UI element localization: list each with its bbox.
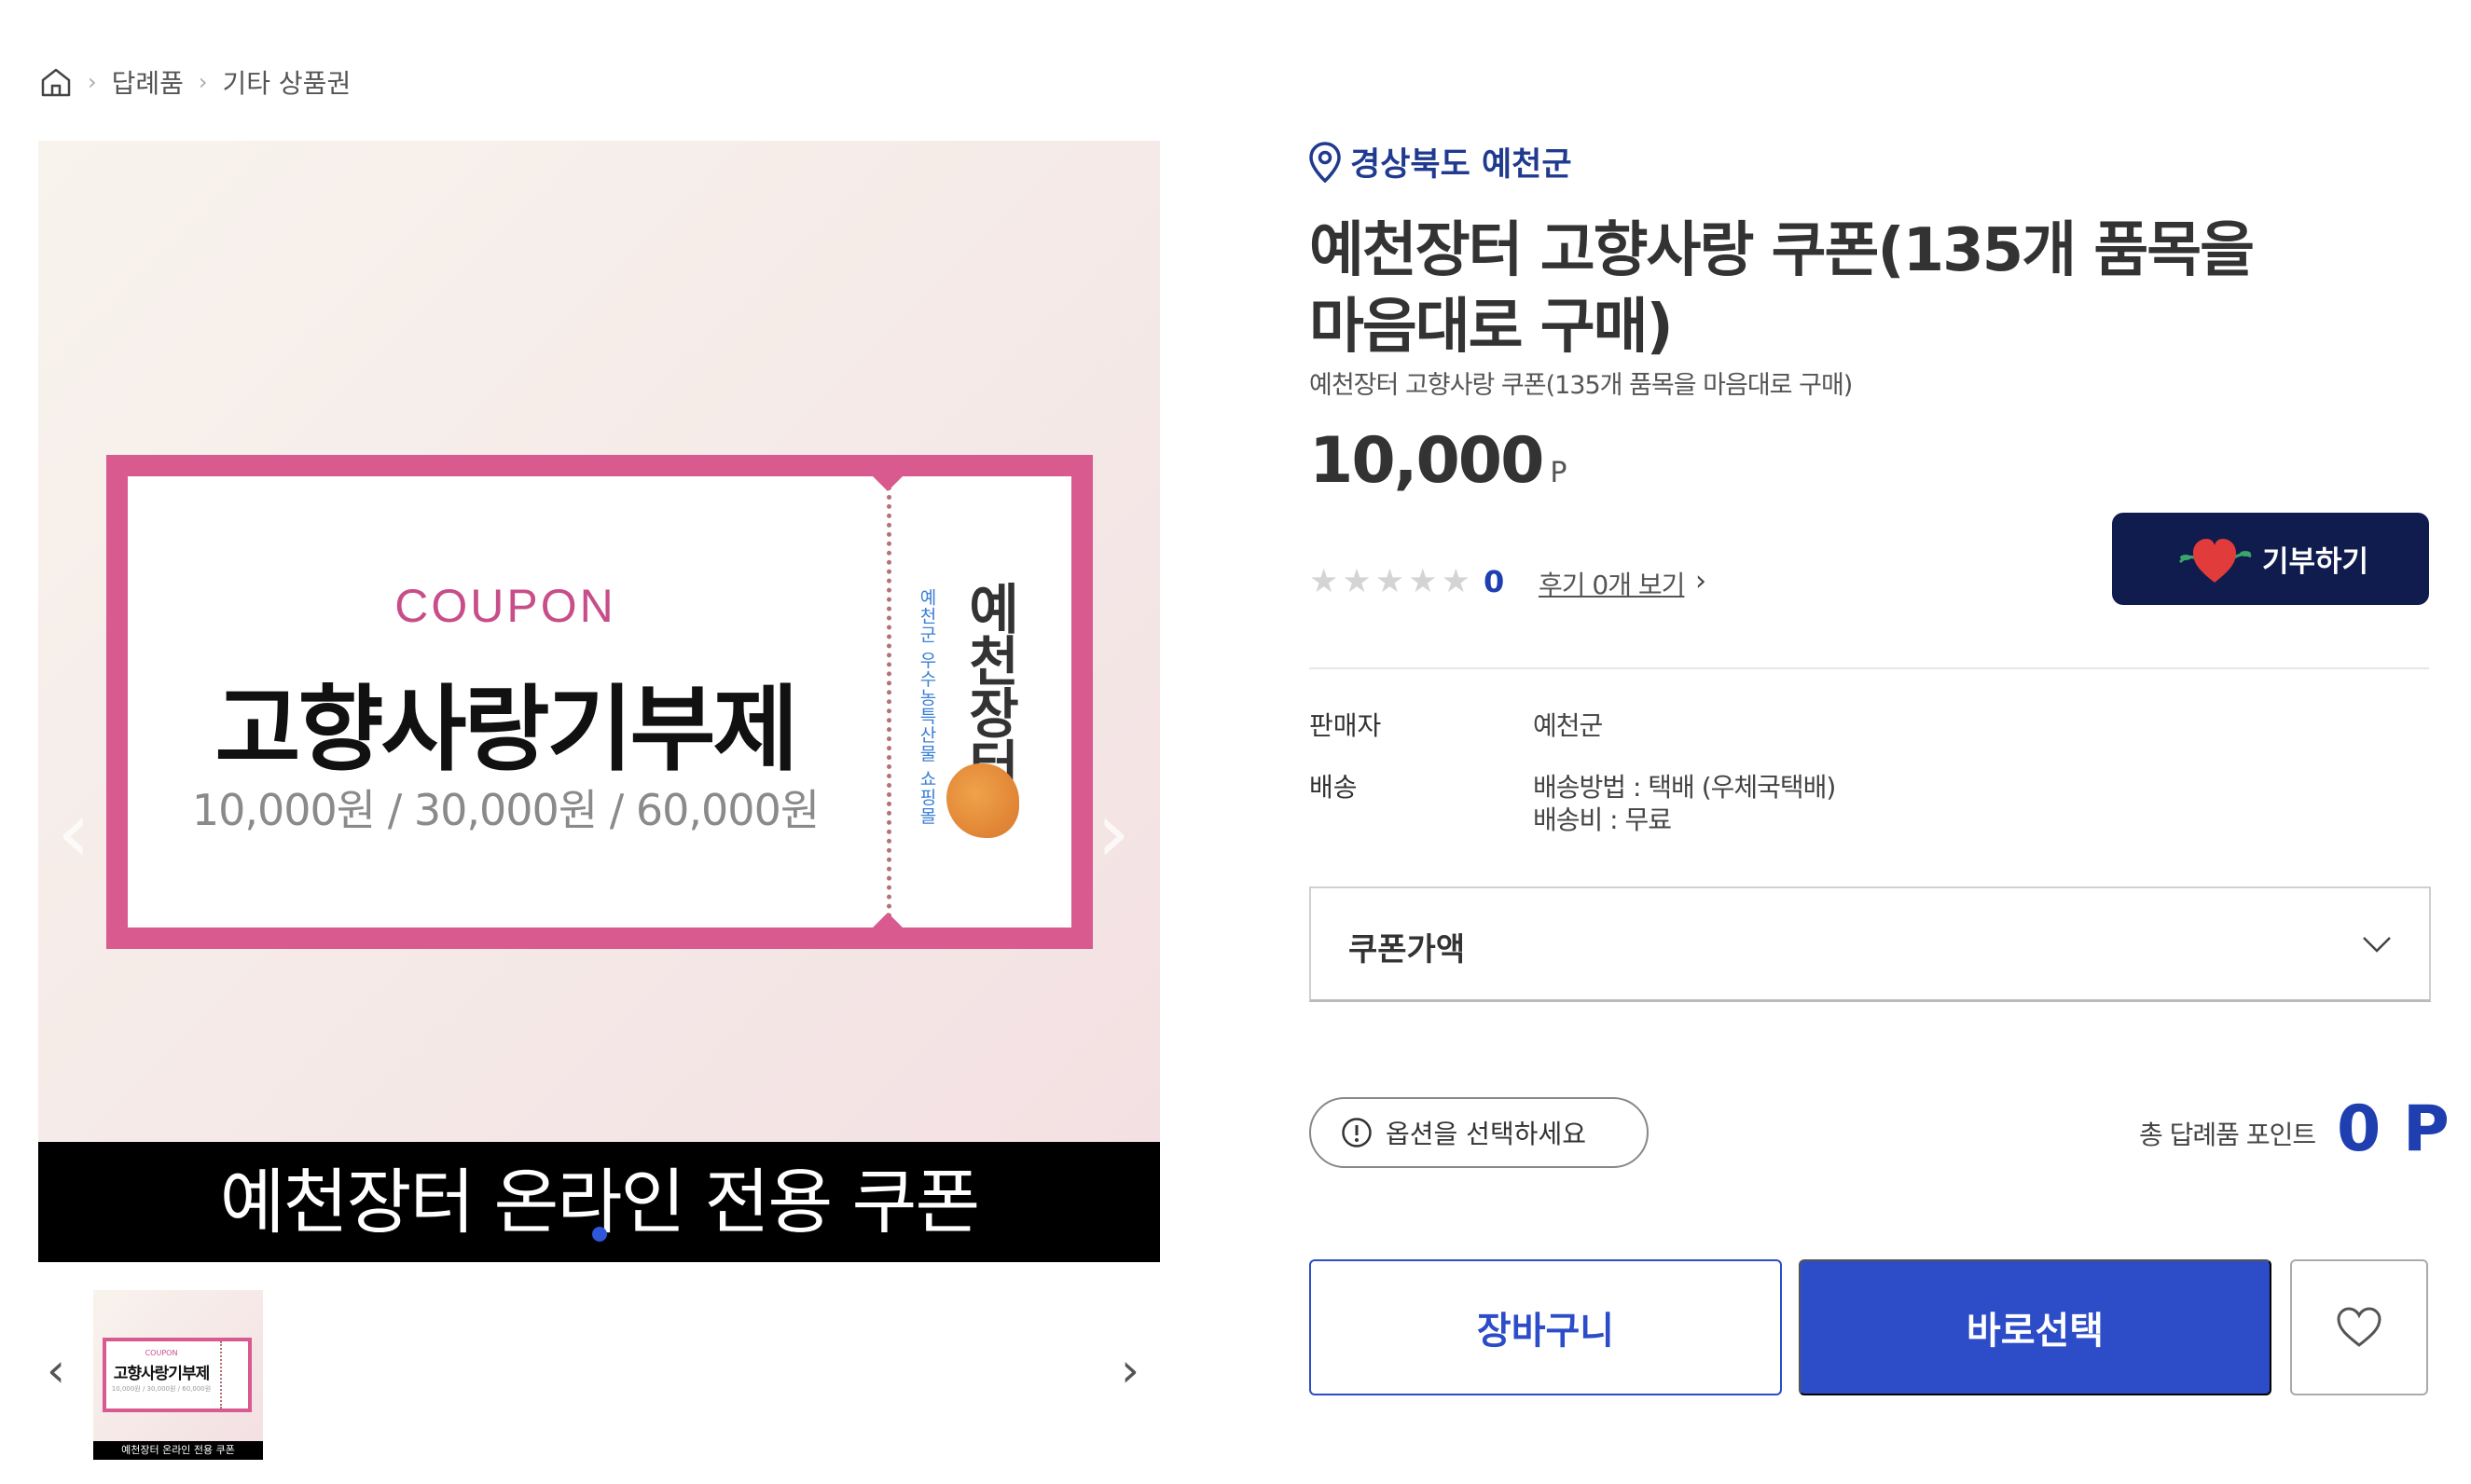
coupon-graphic: COUPON 고향사랑기부제 10,000원 / 30,000원 / 60,00…: [106, 455, 1093, 949]
main-product-image[interactable]: COUPON 고향사랑기부제 10,000원 / 30,000원 / 60,00…: [38, 141, 1160, 1262]
heart-outline-icon: [2337, 1307, 2381, 1347]
option-select-label: 쿠폰가액: [1348, 931, 1466, 969]
coupon-title: 고향사랑기부제: [214, 675, 799, 784]
breadcrumb-item-vouchers[interactable]: 기타 상품권: [223, 63, 352, 101]
stub-brand-logo: 예천장터: [958, 581, 1021, 790]
region-label[interactable]: 경상북도 예천군: [1309, 138, 1572, 186]
product-title: 예천장터 고향사랑 쿠폰(135개 품목을 마음대로 구매): [1309, 216, 2255, 362]
breadcrumb-separator: ›: [88, 69, 97, 95]
thumbnail-perforation: [220, 1341, 222, 1408]
thumbnail-next-icon[interactable]: ›: [1121, 1347, 1139, 1394]
image-banner: 예천장터 온라인 전용 쿠폰: [38, 1142, 1160, 1262]
coupon-body: COUPON 고향사랑기부제 10,000원 / 30,000원 / 60,00…: [128, 474, 1071, 929]
coupon-notch: [871, 913, 904, 929]
coupon-word: COUPON: [394, 580, 616, 632]
home-icon[interactable]: [39, 65, 73, 99]
thumbnail-prev-icon[interactable]: ‹: [47, 1347, 65, 1394]
image-prev-arrow-icon[interactable]: ‹: [57, 784, 90, 882]
breadcrumb-separator: ›: [198, 69, 208, 95]
coupon-perforation: [887, 476, 891, 928]
star-icon: ★: [1374, 563, 1405, 600]
option-hint: 옵션을 선택하세요: [1309, 1097, 1649, 1168]
image-next-arrow-icon[interactable]: ›: [1097, 784, 1130, 882]
thumbnail-coupon-title: 고향사랑기부제: [113, 1365, 210, 1383]
rating-score: 0: [1483, 564, 1505, 599]
product-price: 10,000 P: [1309, 424, 1567, 498]
price-unit: P: [1550, 457, 1567, 489]
wishlist-button[interactable]: [2290, 1259, 2428, 1395]
thumbnail-item[interactable]: COUPON 고향사랑기부제 10,000원 / 30,000원 / 60,00…: [93, 1290, 263, 1460]
shipping-fee: 배송비 : 무료: [1533, 804, 1672, 835]
alert-circle-icon: [1342, 1118, 1372, 1147]
option-hint-text: 옵션을 선택하세요: [1386, 1119, 1586, 1149]
breadcrumb-item-gifts[interactable]: 답례품: [112, 63, 184, 101]
seller-label: 판매자: [1309, 710, 1382, 741]
star-icon: ★: [1342, 563, 1372, 600]
thumbnail-coupon-word: COUPON: [145, 1349, 178, 1357]
total-points-label: 총 답례품 포인트: [2139, 1120, 2316, 1150]
shipping-method: 배송방법 : 택배 (우체국택배): [1533, 772, 1836, 803]
divider: [1309, 667, 2429, 669]
product-subtitle: 예천장터 고향사랑 쿠폰(135개 품목을 마음대로 구매): [1309, 371, 1853, 400]
coupon-notch: [871, 474, 904, 491]
buy-now-button[interactable]: 바로선택: [1799, 1259, 2271, 1395]
heart-leaves-icon: [2178, 538, 2252, 583]
chevron-right-icon[interactable]: ›: [1695, 565, 1706, 598]
donate-label: 기부하기: [2261, 545, 2369, 579]
thumbnail-banner: 예천장터 온라인 전용 쿠폰: [93, 1441, 263, 1460]
chevron-down-icon: [2363, 937, 2391, 953]
donate-button[interactable]: 기부하기: [2112, 513, 2429, 605]
total-points-value: 0 P: [2337, 1092, 2450, 1166]
location-pin-icon: [1309, 141, 1341, 183]
rating: ★ ★ ★ ★ ★ 0: [1309, 563, 1504, 600]
stub-subtitle: 예천군 우수농특산물 쇼핑몰: [917, 588, 937, 826]
star-icon: ★: [1408, 563, 1438, 600]
breadcrumb: › 답례품 › 기타 상품권: [39, 62, 351, 103]
coupon-amounts: 10,000원 / 30,000원 / 60,000원: [191, 785, 820, 835]
product-page: › 답례품 › 기타 상품권 COUPON 고향사랑기부제 10,000원 / …: [0, 0, 2471, 1484]
seller-value: 예천군: [1533, 710, 1603, 741]
thumbnail-coupon-body: COUPON 고향사랑기부제 10,000원 / 30,000원 / 60,00…: [106, 1341, 248, 1408]
star-icon: ★: [1309, 563, 1339, 600]
carousel-indicator-dot[interactable]: [592, 1227, 607, 1242]
thumbnail-coupon-amounts: 10,000원 / 30,000원 / 60,000원: [111, 1385, 212, 1393]
review-link[interactable]: 후기 0개 보기: [1539, 565, 1685, 602]
brand-emblem-icon: [946, 763, 1019, 838]
shipping-label: 배송: [1309, 772, 1358, 803]
thumbnail-coupon: COUPON 고향사랑기부제 10,000원 / 30,000원 / 60,00…: [103, 1338, 252, 1412]
star-icon: ★: [1441, 563, 1470, 600]
add-to-cart-button[interactable]: 장바구니: [1309, 1259, 1782, 1395]
region-text: 경상북도 예천군: [1350, 146, 1572, 184]
price-value: 10,000: [1309, 424, 1544, 498]
coupon-value-select[interactable]: 쿠폰가액: [1309, 886, 2431, 1002]
